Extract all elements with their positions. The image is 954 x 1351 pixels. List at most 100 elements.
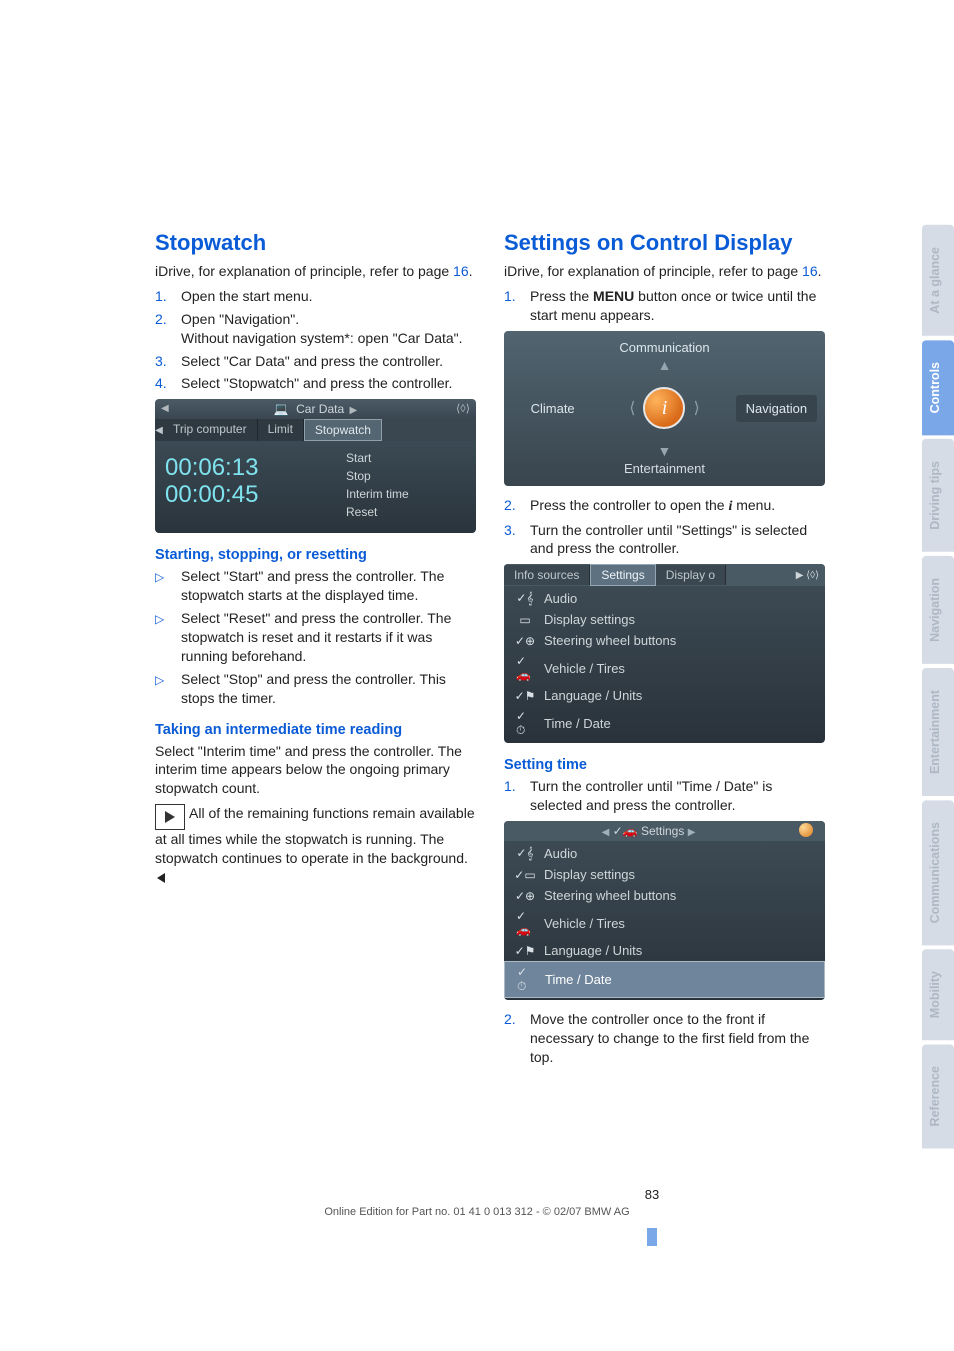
step-3: Select "Car Data" and press the controll… — [155, 352, 476, 371]
tab-mobility[interactable]: Mobility — [922, 949, 954, 1040]
tab-stopwatch[interactable]: Stopwatch — [304, 419, 382, 441]
triangle-icon: ▷ — [155, 672, 164, 688]
row-steering[interactable]: ✓⊕Steering wheel buttons — [504, 630, 825, 651]
time-interim: 00:00:45 — [165, 482, 346, 508]
nav-right-small-icon: ▶ — [688, 827, 696, 838]
tab-at-a-glance[interactable]: At a glance — [922, 225, 954, 336]
settings-list-title-text: Settings — [641, 824, 684, 838]
tab-driving-tips[interactable]: Driving tips — [922, 439, 954, 552]
time-steps-a: Turn the controller until "Time / Date" … — [504, 777, 825, 815]
menu-communication-label: Communication — [619, 340, 709, 355]
check-icon: ✓𝄞 — [516, 846, 534, 861]
settings-list-rows: ✓𝄞 Audio ✓▭ Display settings ✓⊕Steering wh… — [504, 841, 825, 1000]
note-icon — [155, 804, 185, 830]
menu-entertainment[interactable]: ▼ Entertainment — [624, 443, 705, 476]
footer-bar-wrap — [0, 1222, 954, 1246]
page-link-16-right[interactable]: 16 — [802, 263, 818, 279]
settings-steps-a: Press the MENU button once or twice unti… — [504, 287, 825, 325]
screenshot-start-menu: Communication ▲ Climate ⟨ i ⟩ Navigation… — [504, 331, 825, 486]
footer-bar — [647, 1228, 657, 1246]
screenshot-settings-list: ◀ ✓🚗 Settings ▶ ✓𝄞 Audio ✓▭ Display settin… — [504, 821, 825, 1000]
tab-navigation[interactable]: Navigation — [922, 556, 954, 664]
row2-time-date[interactable]: ✓⏱Time / Date — [504, 961, 825, 998]
tab-entertainment[interactable]: Entertainment — [922, 668, 954, 796]
bullet-reset-text: Select "Reset" and press the controller.… — [181, 610, 451, 664]
settings-tabs-header: Info sources Settings Display o ▶ ⟨◊⟩ — [504, 564, 825, 586]
tab-reference[interactable]: Reference — [922, 1044, 954, 1148]
settings-step-2b: menu. — [732, 497, 775, 513]
row-vehicle-label: Vehicle / Tires — [544, 661, 625, 676]
opt-start[interactable]: Start — [346, 449, 466, 467]
tab-display[interactable]: Display o — [656, 565, 726, 585]
heading-settings: Settings on Control Display — [504, 230, 825, 256]
row-steering-label: Steering wheel buttons — [544, 633, 676, 648]
tab-limit[interactable]: Limit — [258, 419, 304, 441]
intro-text-right: iDrive, for explanation of principle, re… — [504, 262, 825, 281]
intro-text-a: iDrive, for explanation of principle, re… — [155, 263, 453, 279]
settings-step-1: Press the MENU button once or twice unti… — [504, 287, 825, 325]
time-step-1: Turn the controller until "Time / Date" … — [504, 777, 825, 815]
nav-left-small-icon: ◀ — [602, 827, 610, 838]
row2-display-settings-label: Display settings — [544, 867, 635, 882]
row2-display-settings[interactable]: ✓▭ Display settings — [504, 864, 825, 885]
menu-communication[interactable]: Communication ▲ — [619, 340, 709, 373]
settings-step-2: Press the controller to open the i menu. — [504, 496, 825, 517]
row-display-settings-label: Display settings — [544, 612, 635, 627]
row2-audio[interactable]: ✓𝄞 Audio — [504, 843, 825, 864]
row-audio-label: Audio — [544, 591, 577, 606]
screenshot-settings-tabs: Info sources Settings Display o ▶ ⟨◊⟩ ✓𝄞… — [504, 564, 825, 743]
row2-time-date-label: Time / Date — [545, 972, 612, 987]
right-column: Settings on Control Display iDrive, for … — [504, 230, 825, 1073]
triangle-icon: ▷ — [155, 611, 164, 627]
row2-audio-label: Audio — [544, 846, 577, 861]
nav-left-icon: ◀ — [161, 403, 169, 414]
row2-language[interactable]: ✓⚑Language / Units — [504, 940, 825, 961]
check-car-icon: ✓🚗 — [613, 824, 638, 838]
intro-text: iDrive, for explanation of principle, re… — [155, 262, 476, 281]
row2-steering[interactable]: ✓⊕Steering wheel buttons — [504, 885, 825, 906]
row2-steering-label: Steering wheel buttons — [544, 888, 676, 903]
opt-interim[interactable]: Interim time — [346, 485, 466, 503]
row-audio[interactable]: ✓𝄞 Audio — [504, 588, 825, 609]
subheading-intermediate: Taking an intermediate time reading — [155, 722, 476, 738]
row2-language-label: Language / Units — [544, 943, 642, 958]
row-time-date[interactable]: ✓⏱Time / Date — [504, 706, 825, 741]
row-language[interactable]: ✓⚑Language / Units — [504, 685, 825, 706]
tab-info-sources[interactable]: Info sources — [504, 565, 590, 585]
menu-navigation[interactable]: Navigation — [736, 395, 817, 422]
chevron-right-icon: ⟩ — [693, 398, 699, 418]
tab-controls[interactable]: Controls — [922, 340, 954, 435]
menu-button-label: MENU — [593, 288, 634, 304]
menu-climate[interactable]: Climate — [521, 395, 585, 422]
row-display-settings[interactable]: ▭ Display settings — [504, 609, 825, 630]
clock-icon: ✓⏱ — [516, 709, 534, 738]
footer-text: Online Edition for Part no. 01 41 0 013 … — [0, 1206, 954, 1218]
page-number: 83 — [0, 1187, 954, 1202]
time-main: 00:06:13 — [165, 455, 346, 481]
stopwatch-times: 00:06:13 00:00:45 — [165, 449, 346, 521]
settings-step-2a: Press the controller to open the — [530, 497, 728, 513]
row2-vehicle[interactable]: ✓🚗Vehicle / Tires — [504, 906, 825, 940]
tab-trip-computer[interactable]: Trip computer — [163, 419, 258, 441]
row-vehicle[interactable]: ✓🚗Vehicle / Tires — [504, 651, 825, 685]
heading-stopwatch: Stopwatch — [155, 230, 476, 256]
options-icon: ⟨◊⟩ — [456, 402, 470, 415]
display-icon: ✓▭ — [516, 868, 534, 882]
settings-steps-b: Press the controller to open the i menu.… — [504, 496, 825, 559]
check-icon: ✓𝄞 — [516, 591, 534, 606]
opt-stop[interactable]: Stop — [346, 467, 466, 485]
step-2: Open "Navigation". Without navigation sy… — [155, 310, 476, 348]
screenshot-car-data: ◀ 💻 Car Data ▶ ⟨◊⟩ ◀ Trip computer Limit… — [155, 399, 476, 533]
note-paragraph: All of the remaining functions remain av… — [155, 804, 476, 887]
tab-settings[interactable]: Settings — [590, 564, 655, 586]
tab-communications[interactable]: Communications — [922, 800, 954, 945]
car-data-titlebar: ◀ 💻 Car Data ▶ ⟨◊⟩ — [155, 399, 476, 419]
i-menu-icon[interactable]: i — [643, 387, 685, 429]
stopwatch-options: Start Stop Interim time Reset — [346, 449, 466, 521]
end-mark-icon — [157, 873, 165, 883]
display-icon: ▭ — [516, 613, 534, 627]
screen-icon: 💻 — [274, 402, 289, 416]
car-data-tabs: ◀ Trip computer Limit Stopwatch — [155, 419, 476, 441]
opt-reset[interactable]: Reset — [346, 503, 466, 521]
page-link-16[interactable]: 16 — [453, 263, 469, 279]
